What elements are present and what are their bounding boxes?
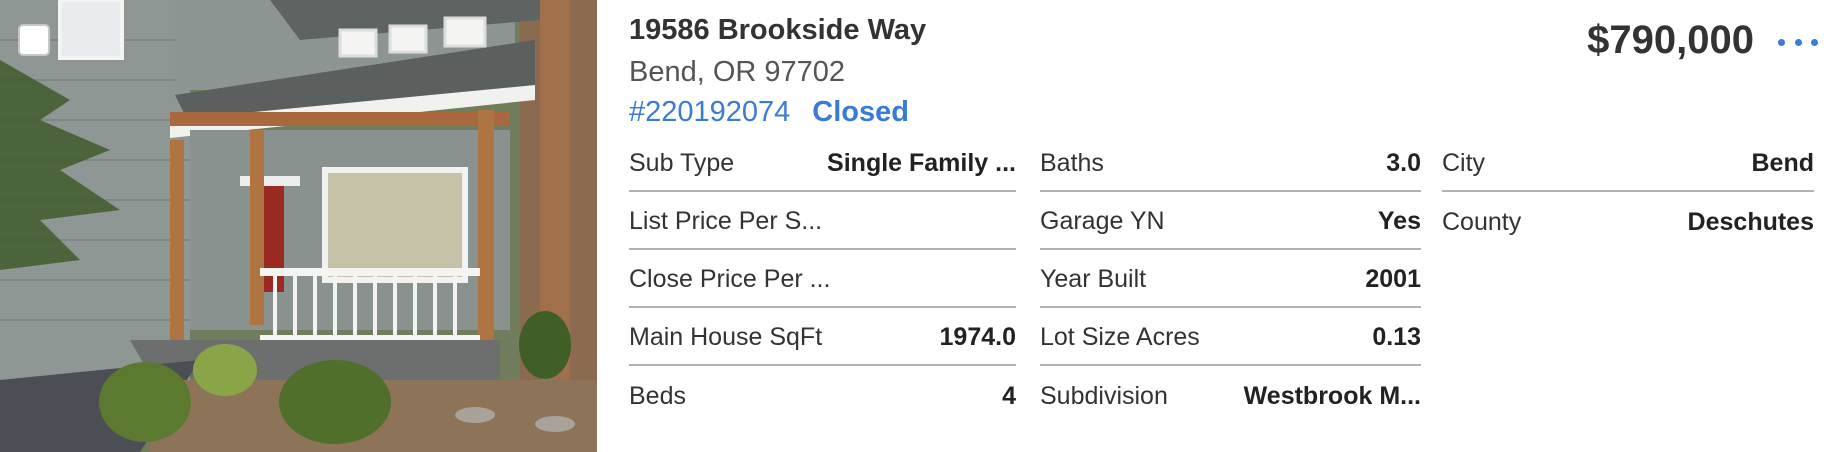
detail-value: 0.13: [1372, 322, 1421, 351]
detail-value: 3.0: [1386, 148, 1421, 177]
detail-label: Close Price Per ...: [629, 264, 831, 293]
detail-value: Westbrook M...: [1243, 381, 1421, 410]
mls-number-link[interactable]: #220192074: [629, 96, 790, 128]
detail-value: 4: [1002, 381, 1016, 410]
detail-label: Sub Type: [629, 148, 735, 177]
detail-row-list-price-per-sqft: List Price Per S...: [629, 194, 1016, 250]
detail-row-subdivision: Subdivision Westbrook M...: [1040, 368, 1421, 424]
details-column-1: Sub Type Single Family ... List Price Per…: [629, 136, 1016, 426]
listing-id-line: #220192074 Closed: [629, 96, 909, 129]
detail-label: Subdivision: [1040, 381, 1168, 410]
detail-label: Beds: [629, 381, 686, 410]
detail-row-main-house-sqft: Main House SqFt 1974.0: [629, 310, 1016, 366]
listing-city-state-zip: Bend, OR 97702: [629, 56, 846, 88]
detail-row-city: City Bend: [1442, 136, 1814, 192]
detail-label: Garage YN: [1040, 206, 1165, 235]
detail-value: Single Family ...: [827, 148, 1016, 177]
detail-row-close-price-per: Close Price Per ...: [629, 252, 1016, 308]
listing-details: 19586 Brookside Way Bend, OR 97702 #2201…: [629, 0, 1844, 452]
status-badge: Closed: [812, 96, 909, 128]
detail-row-baths: Baths 3.0: [1040, 136, 1421, 192]
detail-value: Yes: [1377, 206, 1421, 235]
details-column-2: Baths 3.0 Garage YN Yes Year Built 2001 Lot…: [1040, 136, 1421, 426]
detail-row-county: County Deschutes: [1442, 194, 1814, 250]
detail-label: Main House SqFt: [629, 322, 823, 351]
detail-label: City: [1442, 148, 1486, 177]
detail-label: Lot Size Acres: [1040, 322, 1200, 351]
detail-value: 1974.0: [939, 322, 1016, 351]
listing-photo[interactable]: [0, 0, 597, 452]
detail-row-sub-type: Sub Type Single Family ...: [629, 136, 1016, 192]
detail-value: 2001: [1365, 264, 1421, 293]
detail-row-beds: Beds 4: [629, 368, 1016, 424]
select-checkbox[interactable]: [18, 24, 50, 56]
details-column-3: City Bend County Deschutes: [1442, 136, 1814, 252]
listing-address[interactable]: 19586 Brookside Way: [629, 14, 926, 47]
more-horizontal-icon: [1778, 38, 1785, 46]
detail-label: County: [1442, 207, 1522, 236]
detail-label: List Price Per S...: [629, 206, 823, 235]
detail-row-garage: Garage YN Yes: [1040, 194, 1421, 250]
more-options-button[interactable]: [1774, 26, 1822, 58]
more-horizontal-icon: [1811, 38, 1818, 46]
more-horizontal-icon: [1794, 38, 1802, 46]
detail-value: Deschutes: [1687, 207, 1814, 236]
listing-price: $790,000: [1587, 18, 1754, 62]
detail-row-lot-size: Lot Size Acres 0.13: [1040, 310, 1421, 366]
detail-row-year-built: Year Built 2001: [1040, 252, 1421, 308]
detail-label: Year Built: [1040, 264, 1147, 293]
detail-label: Baths: [1040, 148, 1104, 177]
detail-value: Bend: [1751, 148, 1815, 177]
